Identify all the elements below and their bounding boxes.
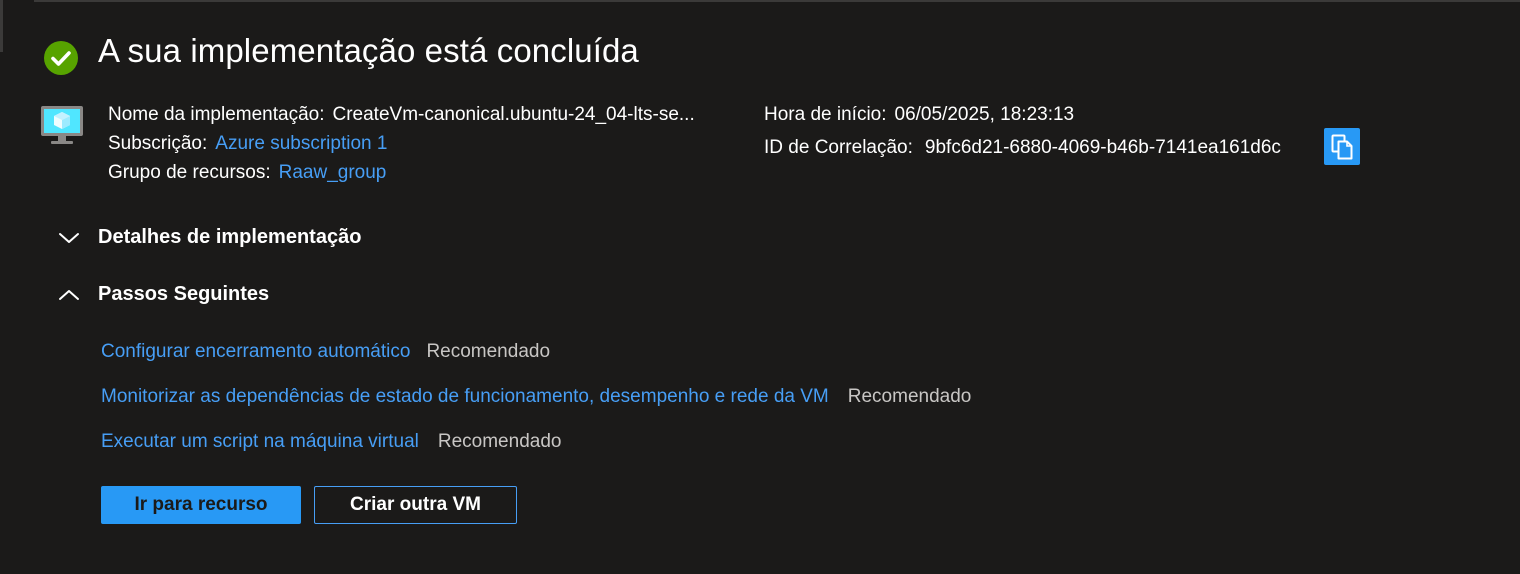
page-title: A sua implementação está concluída — [98, 32, 639, 69]
next-step-link-auto-shutdown[interactable]: Configurar encerramento automático — [101, 341, 410, 362]
scrollbar-edge — [0, 0, 3, 52]
section-next-steps[interactable]: Passos Seguintes — [58, 283, 269, 306]
subscription-label: Subscrição: — [108, 133, 208, 154]
deployment-name-value: CreateVm-canonical.ubuntu-24_04-lts-se..… — [332, 104, 695, 125]
next-step-item: Monitorizar as dependências de estado de… — [101, 385, 971, 409]
resource-group-row: Grupo de recursos: Raaw_group — [108, 161, 386, 185]
recommended-tag: Recomendado — [437, 431, 562, 452]
copy-correlation-id-button[interactable] — [1324, 128, 1360, 165]
correlation-id-value: 9bfc6d21-6880-4069-b46b-7141ea161d6c — [924, 137, 1281, 158]
resource-group-label: Grupo de recursos: — [108, 162, 271, 183]
success-check-icon — [44, 41, 78, 75]
next-step-item: Executar um script na máquina virtual Rec… — [101, 430, 561, 454]
copy-icon — [1331, 134, 1353, 159]
start-time-value: 06/05/2025, 18:23:13 — [894, 104, 1075, 125]
top-divider — [34, 0, 1520, 2]
next-step-item: Configurar encerramento automático Recome… — [101, 340, 550, 364]
correlation-id-row: ID de Correlação: 9bfc6d21-6880-4069-b46b… — [764, 136, 1281, 160]
start-time-label: Hora de início: — [764, 104, 887, 125]
resource-group-link[interactable]: Raaw_group — [279, 162, 387, 183]
chevron-up-icon — [59, 289, 79, 300]
virtual-machine-icon — [41, 106, 83, 144]
deployment-name-label: Nome da implementação: — [108, 104, 325, 125]
start-time-row: Hora de início: 06/05/2025, 18:23:13 — [764, 103, 1074, 127]
chevron-down-icon — [59, 232, 79, 243]
next-step-link-monitor[interactable]: Monitorizar as dependências de estado de… — [101, 386, 829, 407]
create-another-vm-button[interactable]: Criar outra VM — [314, 486, 517, 524]
next-step-link-run-script[interactable]: Executar um script na máquina virtual — [101, 431, 419, 452]
section-deployment-details-label: Detalhes de implementação — [98, 226, 362, 248]
deployment-name-row: Nome da implementação: CreateVm-canonical… — [108, 103, 695, 127]
go-to-resource-button[interactable]: Ir para recurso — [101, 486, 301, 524]
recommended-tag: Recomendado — [426, 341, 551, 362]
recommended-tag: Recomendado — [847, 386, 972, 407]
section-deployment-details[interactable]: Detalhes de implementação — [58, 226, 361, 249]
correlation-id-label: ID de Correlação: — [764, 137, 913, 158]
subscription-row: Subscrição: Azure subscription 1 — [108, 132, 387, 156]
subscription-link[interactable]: Azure subscription 1 — [215, 133, 387, 154]
section-next-steps-label: Passos Seguintes — [98, 283, 270, 305]
